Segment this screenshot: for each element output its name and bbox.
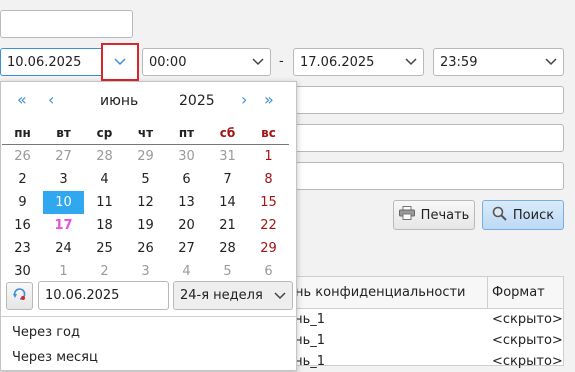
weekday-label: пн [14,125,31,140]
day-cell[interactable]: 20 [166,214,207,237]
day-grid: 26 27 28 29 30 31 1 2 3 4 5 6 7 8 9 10 1… [2,145,289,283]
day-cell[interactable]: 22 [248,214,289,237]
day-cell[interactable]: 9 [2,191,43,214]
search-button[interactable]: Поиск [482,200,564,230]
table-cell: <скрыто> [492,312,563,327]
day-cell[interactable]: 5 [207,260,248,283]
table-row[interactable]: энь_1 <скрыто> [251,351,563,372]
day-cell[interactable]: 27 [166,237,207,260]
reset-button[interactable] [6,282,33,310]
search-button-label: Поиск [512,207,555,223]
calendar-header: « ‹ июнь 2025 › » [1,90,298,112]
refresh-icon [12,287,27,305]
table-cell: <скрыто> [492,354,563,369]
day-cell[interactable]: 19 [125,214,166,237]
calendar-month[interactable]: июнь [100,93,138,109]
day-cell[interactable]: 27 [43,145,84,168]
weekday-label: ср [96,125,113,140]
weekday-label: чт [137,125,154,140]
column-header-format[interactable]: Формат [488,277,563,308]
day-cell[interactable]: 14 [207,191,248,214]
day-cell[interactable]: 28 [207,237,248,260]
day-cell[interactable]: 31 [207,145,248,168]
day-cell[interactable]: 15 [248,191,289,214]
time-to-select[interactable]: 23:59 [433,48,564,76]
prev-year-icon[interactable]: « [17,90,27,109]
day-cell[interactable]: 13 [166,191,207,214]
table-row[interactable]: энь_1 <скрыто> [251,309,563,330]
day-cell[interactable]: 24 [43,237,84,260]
printer-icon [398,206,415,224]
day-cell[interactable]: 16 [2,214,43,237]
day-cell[interactable]: 18 [84,214,125,237]
day-cell[interactable]: 23 [2,237,43,260]
day-cell[interactable]: 26 [125,237,166,260]
quick-item-month[interactable]: Через месяц [1,350,98,365]
weekday-label: сб [219,125,236,140]
day-cell[interactable]: 21 [207,214,248,237]
chevron-down-icon [545,56,557,68]
day-cell[interactable]: 12 [125,191,166,214]
time-from-value: 00:00 [149,54,187,70]
chevron-down-icon [274,290,286,302]
day-cell[interactable]: 6 [166,168,207,191]
calendar-popup: « ‹ июнь 2025 › » пн вт ср чт пт сб вс 2… [0,81,298,371]
chevron-down-icon [114,56,126,68]
day-cell[interactable]: 8 [248,168,289,191]
day-cell[interactable]: 3 [125,260,166,283]
filter-input-2[interactable] [250,124,564,152]
day-cell[interactable]: 6 [248,260,289,283]
table-header: ень конфиденциальности Формат [251,277,563,309]
print-button-label: Печать [420,207,470,223]
day-cell-selected[interactable]: 10 [43,191,84,215]
prev-month-icon[interactable]: ‹ [48,90,54,109]
day-cell[interactable]: 30 [2,260,43,283]
day-cell[interactable]: 25 [84,237,125,260]
calendar-date-input[interactable]: 10.06.2025 [38,281,169,310]
search-icon [492,206,507,225]
day-cell[interactable]: 29 [125,145,166,168]
week-select[interactable]: 24-я неделя [173,281,293,310]
day-cell[interactable]: 26 [2,145,43,168]
date-to-field[interactable]: 17.06.2025 [293,48,424,76]
next-month-icon[interactable]: › [241,90,247,109]
table-cell: <скрыто> [492,333,563,348]
day-cell[interactable]: 2 [84,260,125,283]
weekday-label: вт [56,125,71,140]
day-cell[interactable]: 5 [125,168,166,191]
time-to-value: 23:59 [440,54,478,70]
day-cell[interactable]: 3 [43,168,84,191]
print-button[interactable]: Печать [393,200,475,230]
weekday-row: пн вт ср чт пт сб вс [2,121,289,145]
day-cell[interactable]: 1 [248,145,289,168]
range-separator: - [279,54,284,69]
calendar-year[interactable]: 2025 [179,93,215,109]
day-cell[interactable]: 4 [166,260,207,283]
day-cell[interactable]: 4 [84,168,125,191]
quick-item-year[interactable]: Через год [1,325,80,340]
day-cell[interactable]: 28 [84,145,125,168]
divider [1,316,298,317]
day-cell[interactable]: 29 [248,237,289,260]
weekday-label: пт [178,125,195,140]
time-from-select[interactable]: 00:00 [142,48,271,76]
day-cell[interactable]: 2 [2,168,43,191]
day-cell[interactable]: 11 [84,191,125,214]
day-cell[interactable]: 7 [207,168,248,191]
table-row[interactable]: энь_1 <скрыто> [251,330,563,351]
day-cell[interactable]: 1 [43,260,84,283]
date-from-dropdown-button[interactable] [101,43,139,81]
next-year-icon[interactable]: » [264,90,274,109]
date-to-value: 17.06.2025 [300,54,375,70]
chevron-down-icon [252,56,264,68]
filter-input-3[interactable] [250,162,564,190]
results-table: ень конфиденциальности Формат энь_1 <скр… [250,276,564,369]
weekday-label: вс [261,125,276,140]
top-input[interactable] [0,10,133,38]
day-cell[interactable]: 30 [166,145,207,168]
day-cell-today[interactable]: 17 [43,214,84,237]
chevron-down-icon[interactable] [405,56,417,68]
